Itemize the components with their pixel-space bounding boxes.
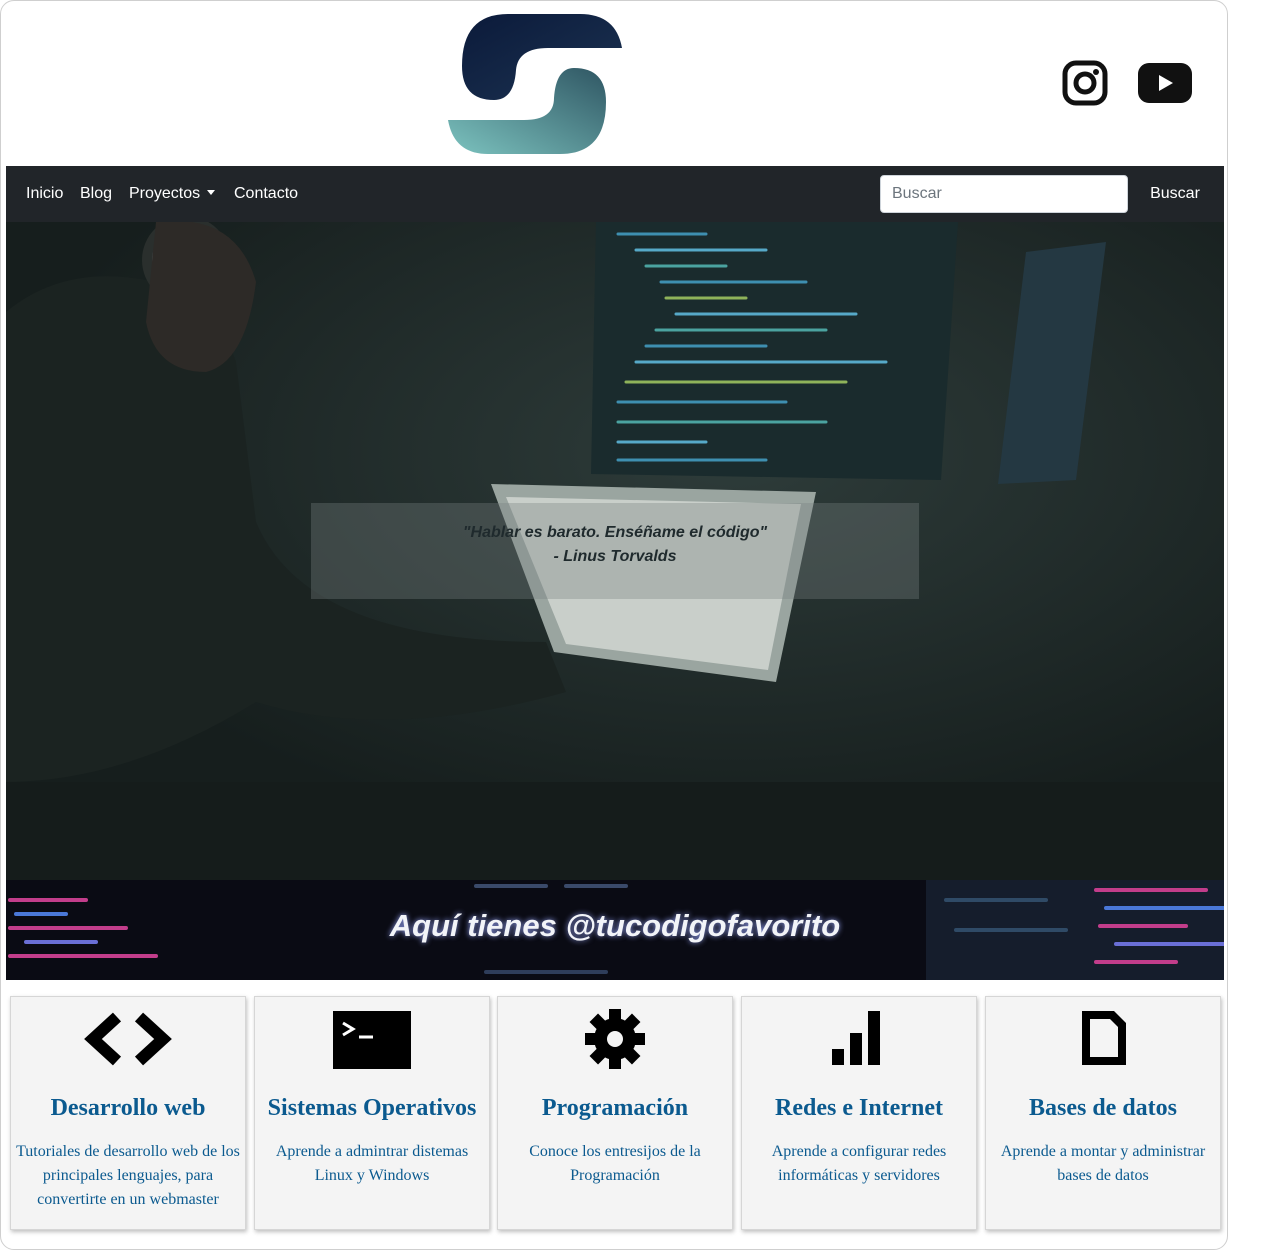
terminal-icon <box>333 1011 411 1069</box>
card-description: Aprende a montar y administrar bases de … <box>1000 1143 1206 1184</box>
card-bases-datos[interactable]: Bases de datos Aprende a montar y admini… <box>985 996 1221 1230</box>
chevron-down-icon <box>207 190 216 195</box>
nav-link-inicio[interactable]: Inicio <box>26 184 63 204</box>
card-title: Bases de datos <box>1028 1095 1178 1121</box>
search-button[interactable]: Buscar <box>1138 175 1212 213</box>
card-desarrollo-web[interactable]: Desarrollo web Tutoriales de desarrollo … <box>10 996 246 1230</box>
gear-icon <box>585 1009 645 1069</box>
quote-box: "Hablar es barato. Enséñame el código" -… <box>311 503 919 599</box>
banner-title: Aquí tienes @tucodigofavorito <box>389 908 841 943</box>
banner: Aquí tienes @tucodigofavorito <box>6 880 1224 980</box>
signal-bars-icon <box>832 1011 880 1065</box>
card-redes-internet[interactable]: Redes e Internet Aprende a configurar re… <box>741 996 977 1230</box>
quote-author: - Linus Torvalds <box>553 548 677 565</box>
card-title: Programación <box>541 1095 689 1121</box>
youtube-icon[interactable] <box>1138 63 1192 103</box>
quote-text: "Hablar es barato. Enséñame el código" <box>462 524 768 541</box>
main-navbar: Inicio Blog Proyectos Contacto Buscar <box>6 166 1224 222</box>
card-title: Sistemas Operativos <box>267 1095 477 1121</box>
card-description: Conoce los entresijos de la Programación <box>529 1143 701 1184</box>
card-sistemas-operativos[interactable]: Sistemas Operativos Aprende a admintrar … <box>254 996 490 1230</box>
card-programacion[interactable]: Programación Conoce los entresijos de la… <box>497 996 733 1230</box>
card-description: Aprende a admintrar distemas Linux y Win… <box>275 1143 469 1184</box>
search-input[interactable] <box>880 175 1128 213</box>
site-logo[interactable] <box>448 14 624 156</box>
document-icon <box>1082 1011 1126 1065</box>
instagram-icon[interactable] <box>1062 60 1108 106</box>
hero-image: "Hablar es barato. Enséñame el código" -… <box>6 222 1224 880</box>
nav-dropdown-label: Proyectos <box>129 185 201 202</box>
card-title: Desarrollo web <box>50 1095 206 1121</box>
code-brackets-icon <box>84 1012 172 1066</box>
card-description: Aprende a configurar redes informáticas … <box>771 1143 947 1184</box>
card-description: Tutoriales de desarrollo web de los prin… <box>16 1143 240 1208</box>
nav-link-blog[interactable]: Blog <box>80 184 112 204</box>
card-title: Redes e Internet <box>775 1095 943 1121</box>
nav-dropdown-proyectos[interactable]: Proyectos <box>129 184 216 204</box>
nav-link-contacto[interactable]: Contacto <box>234 184 298 204</box>
